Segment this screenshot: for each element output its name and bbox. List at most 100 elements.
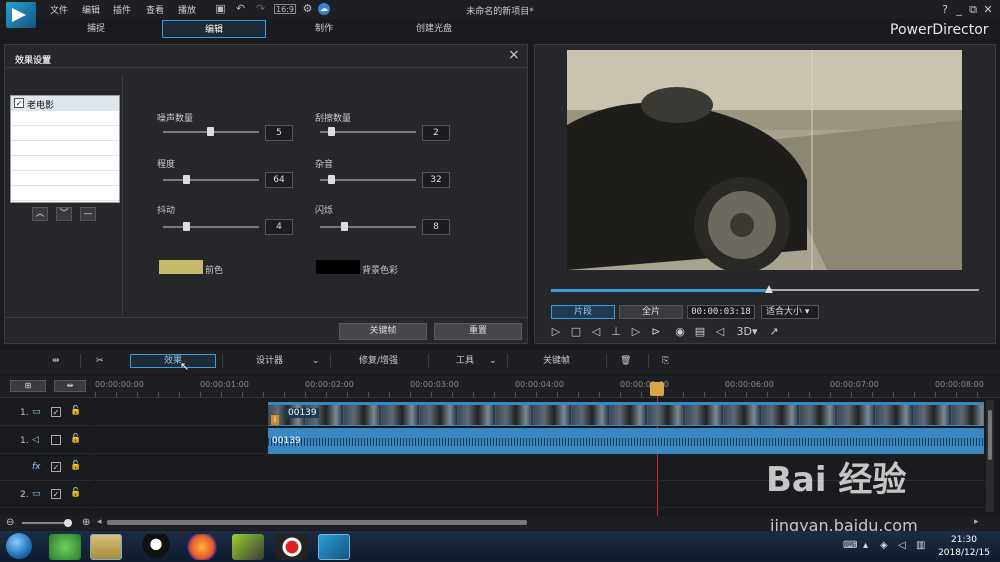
scroll-left-icon[interactable]: ◂ [97,517,102,527]
undo-icon[interactable]: ↶ [234,3,247,15]
play-icon[interactable]: ▷ [549,325,563,339]
chevron-down-icon[interactable]: ⌄ [489,354,497,368]
audio-clip[interactable]: 00139 [268,428,984,454]
file-explorer-icon[interactable] [90,534,122,560]
timeline-ruler[interactable]: ⊞ ⇹ 00:00:00:00 00:00:01:00 00:00:02:00 … [0,376,1000,398]
foreground-color-swatch[interactable] [159,260,203,274]
preview-scrub-thumb[interactable] [765,285,773,293]
keyframe-toolbar-button[interactable]: 关键帧 [543,354,570,368]
vertical-scrollbar[interactable] [986,400,994,512]
tab-edit[interactable]: 编辑 [162,20,266,38]
degree-thumb[interactable] [183,175,190,184]
close-icon[interactable]: × [508,47,520,63]
stop-icon[interactable]: □ [569,325,583,339]
split-icon[interactable]: ⊥ [609,325,623,339]
trash-icon[interactable]: 🗑 [620,354,631,368]
tab-create-disc[interactable]: 创建光盘 [382,20,486,38]
jitter-value[interactable]: 4 [265,219,293,235]
list-item[interactable]: ✓ 老电影 [11,96,119,111]
flicker-slider[interactable] [320,226,416,228]
start-button[interactable] [6,533,32,559]
noise-amount-value[interactable]: 5 [265,125,293,141]
recorder-icon[interactable] [276,534,308,560]
degree-value[interactable]: 64 [265,172,293,188]
volume-icon[interactable]: ◁ [898,540,906,551]
camtasia-icon[interactable] [232,534,264,560]
timecode-display[interactable]: 00:00:03:18 [687,305,755,319]
track-manager-icon[interactable]: ⊞ [10,380,46,392]
fix-enhance-button[interactable]: 修复/增强 [359,354,398,368]
scrollbar-thumb[interactable] [107,520,527,525]
volume-icon[interactable]: ◁ [713,325,727,339]
previous-frame-icon[interactable]: ◁ [589,325,603,339]
scrollbar-thumb[interactable] [988,410,992,460]
track-enable-checkbox[interactable] [51,435,61,445]
jitter-thumb[interactable] [183,222,190,231]
app-360-icon[interactable] [49,534,81,560]
keyboard-icon[interactable]: ⌨ [843,540,857,551]
menu-plugins[interactable]: 插件 [113,3,131,16]
zoom-slider-thumb[interactable] [64,519,72,527]
move-up-button[interactable]: ︿ [32,207,48,221]
lock-icon[interactable]: 🔓 [70,434,81,444]
scratch-amount-value[interactable]: 2 [422,125,450,141]
threed-toggle[interactable]: 3D▾ [735,325,759,339]
restore-button[interactable]: ⧉ [966,3,980,17]
firefox-icon[interactable] [186,534,218,560]
fit-zoom-icon[interactable]: ⇹ [54,380,86,392]
zoom-fit-select[interactable]: 适合大小 ▾ [761,305,819,319]
close-window-button[interactable]: ✕ [981,3,995,16]
clip-mode-button[interactable]: 片段 [551,305,615,319]
scratch-amount-thumb[interactable] [328,127,335,136]
track-enable-checkbox[interactable]: ✓ [51,489,61,499]
help-button[interactable]: ? [938,3,952,16]
subtitle-icon[interactable]: ▤ [693,325,707,339]
playhead-handle[interactable] [650,382,664,396]
cloud-account-icon[interactable]: ☁ [318,3,330,15]
clock-date[interactable]: 2018/12/15 [937,548,991,558]
jitter-slider[interactable] [163,226,259,228]
save-icon[interactable]: ▣ [214,3,227,15]
menu-edit[interactable]: 编辑 [82,3,100,16]
qq-icon[interactable] [140,534,172,560]
scissors-icon[interactable]: ✂ [96,354,104,368]
remove-button[interactable]: — [80,207,96,221]
network-icon[interactable]: ▥ [916,540,925,551]
gear-icon[interactable]: ⚙ [301,3,314,15]
menu-file[interactable]: 文件 [50,3,68,16]
next-frame-icon[interactable]: ▷ [629,325,643,339]
redo-icon[interactable]: ↷ [254,3,267,15]
flicker-value[interactable]: 8 [422,219,450,235]
zoom-in-icon[interactable]: ⊕ [82,517,90,528]
zoom-out-icon[interactable]: ⊖ [6,517,14,528]
powerdirector-taskbar-icon[interactable] [318,534,350,560]
menu-view[interactable]: 查看 [146,3,164,16]
scroll-right-icon[interactable]: ▸ [974,517,979,527]
antivirus-icon[interactable]: ◈ [880,540,888,551]
lock-icon[interactable]: 🔓 [70,488,81,498]
lock-icon[interactable]: 🔓 [70,461,81,471]
tab-produce[interactable]: 制作 [272,20,376,38]
chevron-down-icon[interactable]: ⌄ [312,354,320,368]
snapshot-icon[interactable]: ◉ [673,325,687,339]
designer-menu[interactable]: 设计器 [256,354,283,368]
effect-button[interactable]: 效果 [130,354,216,368]
tray-arrow-icon[interactable]: ▴ [863,540,868,551]
minimize-button[interactable]: _ [952,3,966,16]
tools-menu[interactable]: 工具 [456,354,474,368]
track-enable-checkbox[interactable]: ✓ [51,407,61,417]
aspect-ratio-icon[interactable]: 16:9 [274,4,296,14]
degree-slider[interactable] [163,179,259,181]
clock-time[interactable]: 21:30 [937,535,991,545]
video-clip[interactable]: 00139 i [268,402,984,426]
flicker-thumb[interactable] [341,222,348,231]
noise-amount-thumb[interactable] [207,127,214,136]
undock-icon[interactable]: ↗ [767,325,781,339]
movie-mode-button[interactable]: 全片 [619,305,683,319]
add-to-timeline-icon[interactable]: ⎘ [662,354,669,368]
tab-capture[interactable]: 捕捉 [44,20,148,38]
lock-icon[interactable]: 🔓 [70,406,81,416]
keyframe-button[interactable]: 关键帧 [339,323,427,340]
move-down-button[interactable]: ﹀ [56,207,72,221]
background-color-swatch[interactable] [316,260,360,274]
